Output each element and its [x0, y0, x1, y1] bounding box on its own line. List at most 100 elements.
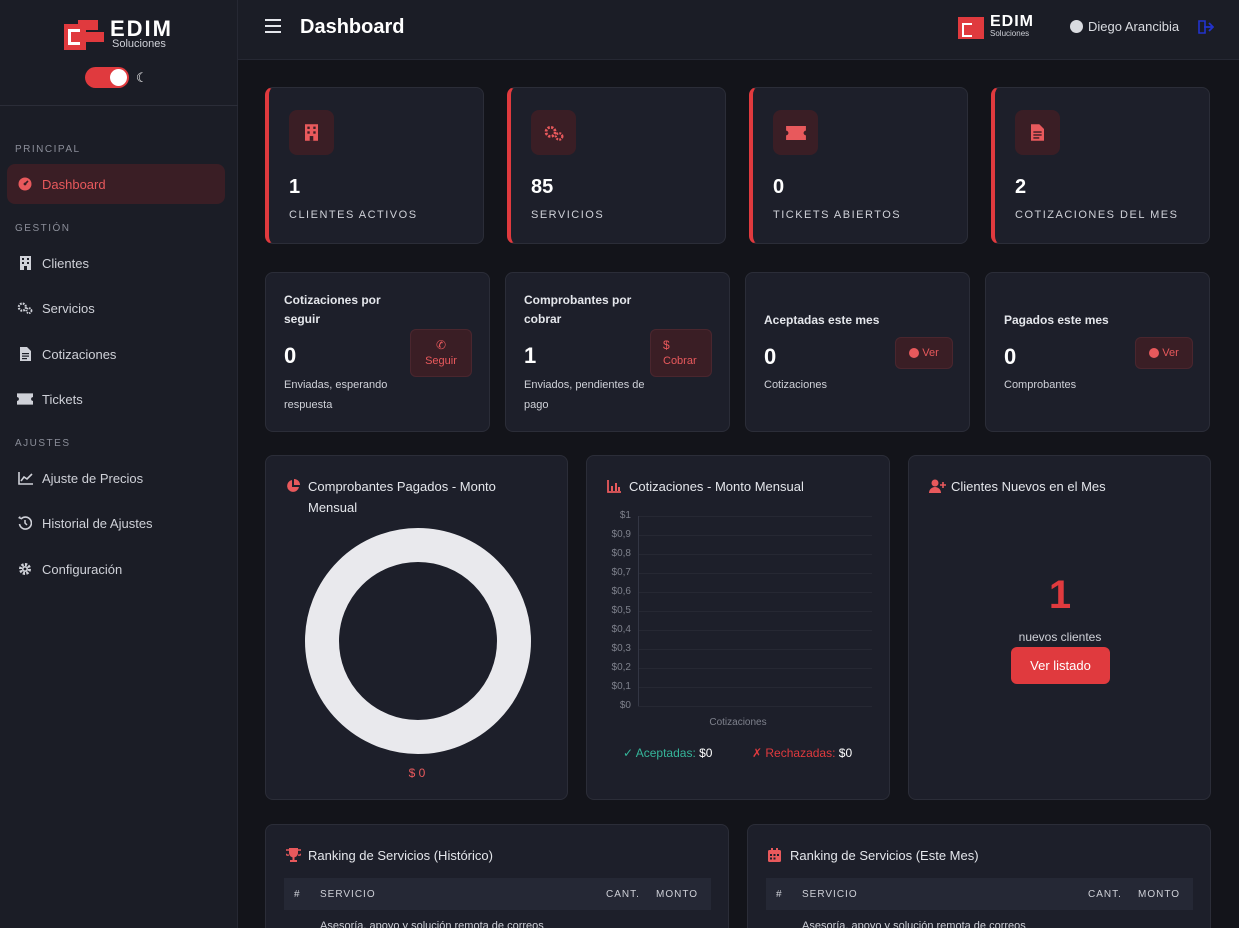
ver-aceptadas-button[interactable]: Ver	[895, 337, 953, 369]
ranking-title: Ranking de Servicios (Este Mes)	[768, 845, 979, 866]
sidebar-item-configuracion[interactable]: Configuración	[7, 549, 225, 589]
y-tick-label: $0,5	[611, 605, 631, 616]
sidebar-item-label: Configuración	[42, 561, 123, 577]
sidebar-item-dashboard[interactable]: Dashboard	[7, 164, 225, 204]
logout-icon[interactable]	[1198, 20, 1215, 34]
gauge-icon	[17, 176, 33, 192]
chart-title-text: Clientes Nuevos en el Mes	[951, 479, 1106, 494]
mini-desc: Cotizaciones	[764, 379, 827, 391]
y-tick-label: $0,7	[611, 567, 631, 578]
ver-listado-button[interactable]: Ver listado	[1011, 647, 1110, 684]
topbar: Dashboard EDIM Soluciones Diego Arancibi…	[238, 0, 1239, 60]
dollar-icon: $	[663, 338, 670, 352]
chart-card-pagados: Comprobantes Pagados - Monto Mensual $ 0	[265, 455, 568, 800]
section-ajustes: AJUSTES	[15, 438, 71, 449]
divider	[0, 105, 238, 106]
phone-icon: ✆	[435, 338, 447, 352]
check-circle-icon	[909, 348, 920, 358]
ticket-icon	[773, 110, 818, 155]
stat-card-servicios[interactable]: 85 SERVICIOS	[507, 87, 726, 244]
button-label: Seguir	[425, 355, 457, 367]
x-axis-label: Cotizaciones	[709, 717, 767, 728]
ranking-title: Ranking de Servicios (Histórico)	[284, 845, 493, 866]
mini-value: 0	[284, 343, 297, 368]
ver-pagados-button[interactable]: Ver	[1135, 337, 1193, 369]
calendar-icon	[768, 847, 784, 863]
history-icon	[17, 515, 33, 531]
col-cant: CANT.	[606, 889, 640, 900]
col-monto: MONTO	[656, 889, 699, 900]
menu-icon[interactable]	[265, 19, 281, 33]
chart-title: Clientes Nuevos en el Mes	[929, 476, 1106, 497]
seguir-button[interactable]: ✆ Seguir	[410, 329, 472, 377]
line-chart-icon	[17, 470, 33, 486]
gridline	[638, 668, 872, 669]
sidebar-item-label: Clientes	[42, 255, 89, 271]
legend-label: Rechazadas:	[765, 746, 836, 760]
gridline	[638, 573, 872, 574]
y-tick-label: $0,6	[611, 586, 631, 597]
building-icon	[17, 255, 33, 271]
table-row: Asesoría, apoyo y solución remota de cor…	[320, 920, 544, 928]
col-servicio: SERVICIO	[802, 889, 858, 900]
chart-title-text: Cotizaciones - Monto Mensual	[629, 479, 804, 494]
mini-desc: Enviados, pendientes de pago	[524, 379, 645, 411]
mini-value: 1	[524, 343, 537, 368]
mini-title: Aceptadas este mes	[764, 313, 880, 327]
gridline	[638, 535, 872, 536]
stat-label: SERVICIOS	[531, 209, 605, 221]
ranking-title-text: Ranking de Servicios (Histórico)	[308, 848, 493, 863]
sidebar-item-servicios[interactable]: Servicios	[7, 288, 225, 328]
chart-card-clientes: Clientes Nuevos en el Mes 1 nuevos clien…	[908, 455, 1211, 800]
legend-value: $0	[699, 746, 713, 760]
mini-value: 0	[1004, 344, 1017, 369]
chart-card-cotizaciones: Cotizaciones - Monto Mensual $1 $0,9 $0,8 $…	[586, 455, 890, 800]
y-tick-label: $0,4	[611, 624, 631, 635]
page-title: Dashboard	[300, 16, 405, 38]
gridline	[638, 516, 872, 517]
sidebar: EDIM Soluciones ☾ PRINCIPAL Dashboard GE…	[0, 0, 238, 928]
sidebar-item-label: Cotizaciones	[42, 346, 117, 362]
mini-card-por-seguir: Cotizaciones por seguir 0 Enviadas, espe…	[265, 272, 490, 432]
ranking-title-text: Ranking de Servicios (Este Mes)	[790, 848, 979, 863]
user-menu[interactable]: Diego Arancibia	[1070, 19, 1179, 34]
table-row: Asesoría, apoyo y solución remota de cor…	[802, 920, 1026, 928]
table-header: # SERVICIO CANT. MONTO	[766, 878, 1193, 910]
chart-title: Cotizaciones - Monto Mensual	[607, 476, 804, 497]
donut-chart	[305, 528, 531, 754]
stat-value: 2	[1015, 176, 1027, 198]
stat-value: 85	[531, 176, 554, 198]
stat-card-clientes[interactable]: 1 CLIENTES ACTIVOS	[265, 87, 484, 244]
gridline	[638, 649, 872, 650]
legend-label: Aceptadas:	[635, 746, 696, 760]
table-header: # SERVICIO CANT. MONTO	[284, 878, 711, 910]
legend-rechazadas: ✗ Rechazadas: $0	[752, 746, 853, 760]
mini-card-por-cobrar: Comprobantes por cobrar 1 Enviados, pend…	[505, 272, 730, 432]
col-num: #	[294, 889, 301, 900]
theme-toggle[interactable]	[85, 67, 129, 88]
section-gestion: GESTIÓN	[15, 223, 71, 234]
sidebar-item-cotizaciones[interactable]: Cotizaciones	[7, 334, 225, 374]
document-icon	[1015, 110, 1060, 155]
gridline	[638, 592, 872, 593]
cobrar-button[interactable]: $ Cobrar	[650, 329, 712, 377]
sidebar-item-tickets[interactable]: Tickets	[7, 379, 225, 419]
ranking-historico: Ranking de Servicios (Histórico) # SERVI…	[265, 824, 729, 928]
gridline	[638, 706, 872, 707]
sidebar-item-historial[interactable]: Historial de Ajustes	[7, 503, 225, 543]
gears-icon	[17, 300, 33, 316]
sidebar-item-ajuste-precios[interactable]: Ajuste de Precios	[7, 458, 225, 498]
mini-desc: Comprobantes	[1004, 379, 1077, 391]
sidebar-item-clientes[interactable]: Clientes	[7, 243, 225, 283]
button-label: Ver	[922, 347, 939, 359]
sidebar-item-label: Tickets	[42, 391, 83, 407]
button-label: Ver	[1162, 347, 1179, 359]
stat-card-cotizaciones[interactable]: 2 COTIZACIONES DEL MES	[991, 87, 1210, 244]
section-principal: PRINCIPAL	[15, 144, 81, 155]
gridline	[638, 611, 872, 612]
sidebar-item-label: Servicios	[42, 300, 95, 316]
brand-logo[interactable]: EDIM Soluciones	[64, 16, 174, 52]
stat-card-tickets[interactable]: 0 TICKETS ABIERTOS	[749, 87, 968, 244]
mini-title: Comprobantes por cobrar	[524, 293, 632, 326]
chart-total: $ 0	[408, 766, 426, 780]
